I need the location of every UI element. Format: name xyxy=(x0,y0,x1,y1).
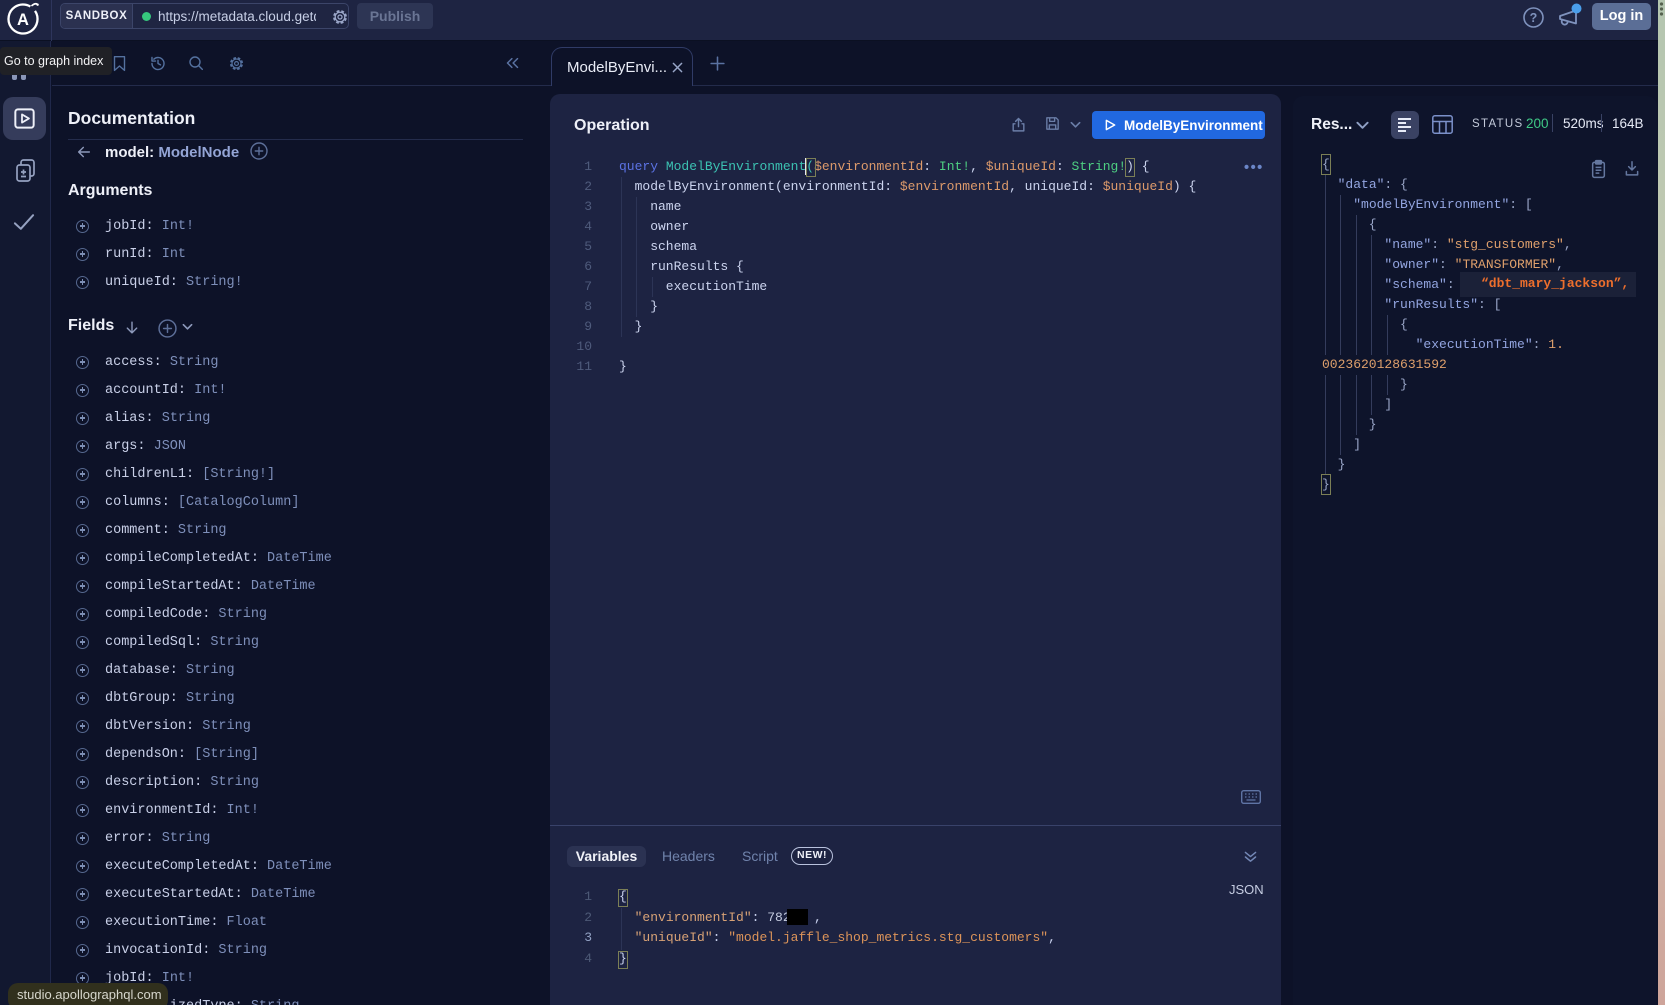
svg-text:A: A xyxy=(17,11,29,29)
svg-text:?: ? xyxy=(1530,11,1538,25)
